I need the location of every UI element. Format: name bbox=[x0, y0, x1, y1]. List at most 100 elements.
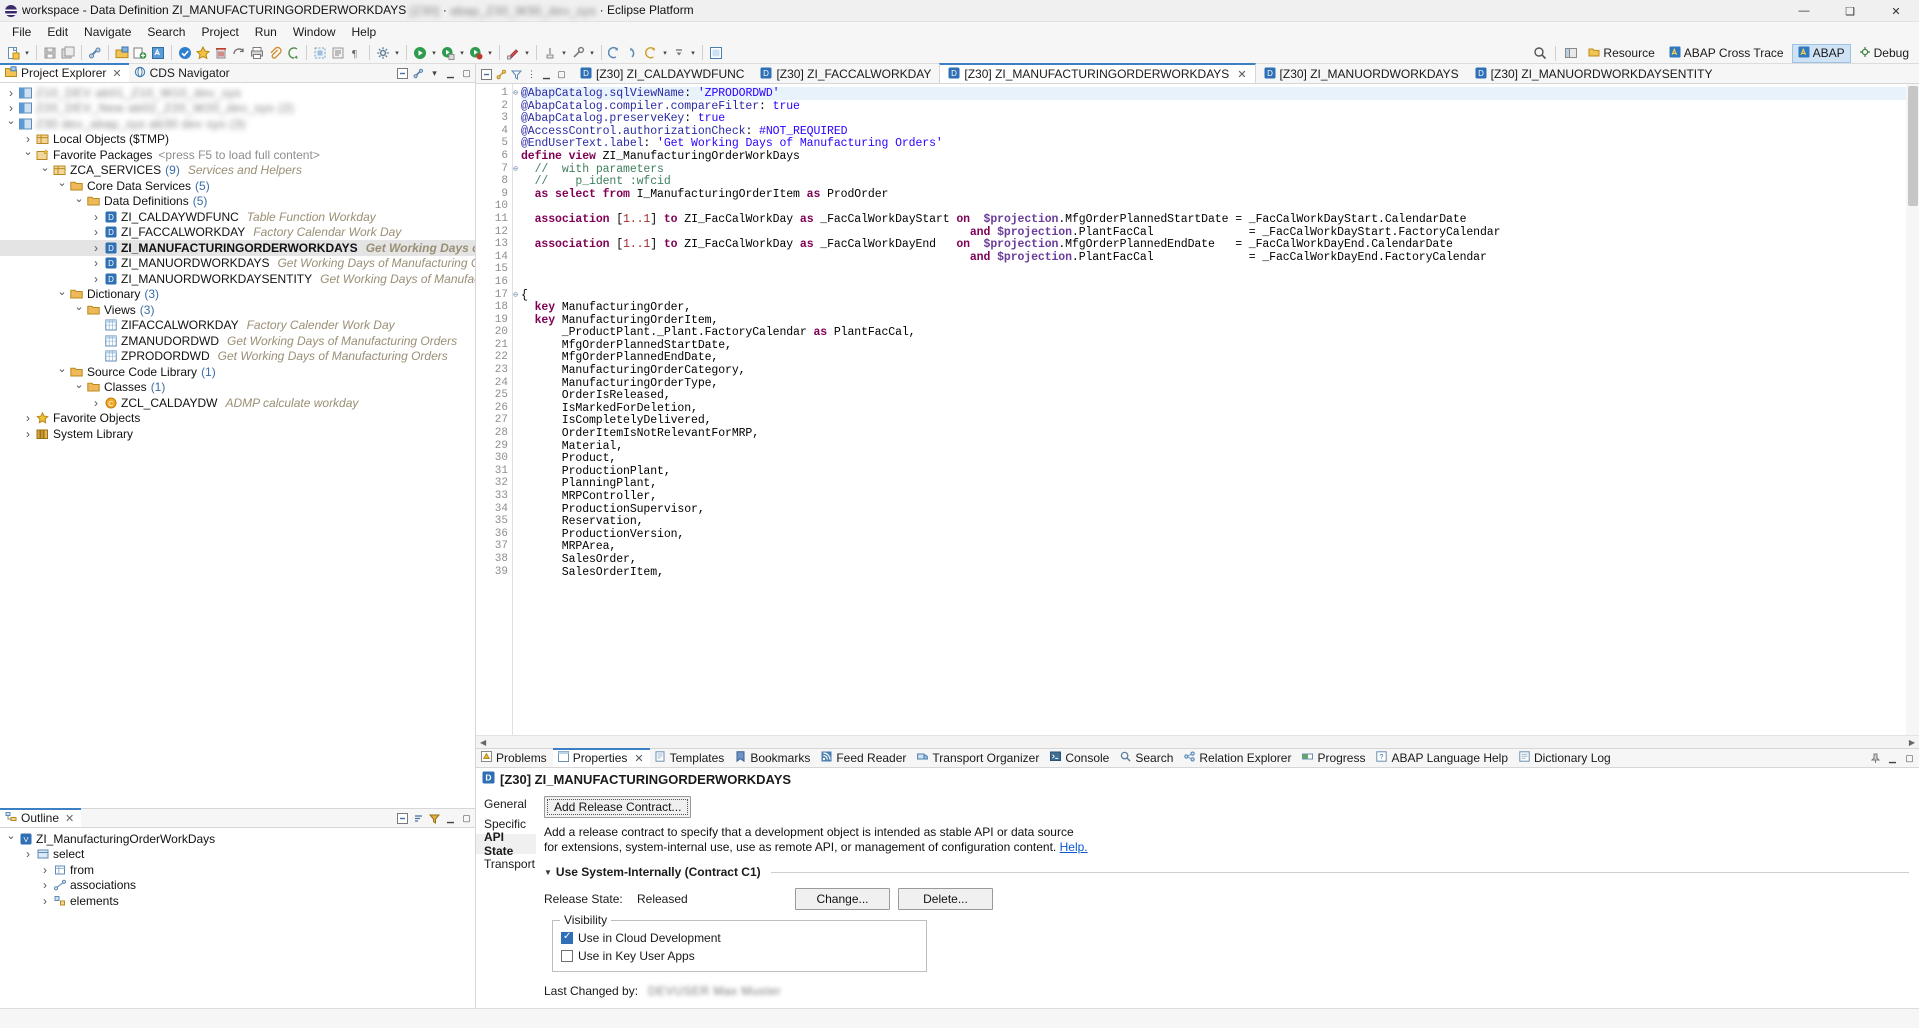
chevron-down-icon[interactable] bbox=[55, 179, 69, 192]
chevron-right-icon[interactable] bbox=[89, 241, 103, 255]
scroll-right-icon[interactable]: ▶ bbox=[1905, 738, 1919, 747]
maximize-button[interactable]: ❑ bbox=[1827, 0, 1873, 22]
chevron-down-icon[interactable] bbox=[38, 164, 52, 177]
menu-search[interactable]: Search bbox=[139, 23, 193, 41]
properties-nav-general[interactable]: General bbox=[476, 794, 536, 814]
maximize-properties-icon[interactable]: ▢ bbox=[1903, 752, 1916, 765]
code-line[interactable]: ManufacturingOrderCategory, bbox=[521, 364, 1919, 377]
chevron-right-icon[interactable] bbox=[21, 132, 35, 146]
visibility-option[interactable]: Use in Cloud Development bbox=[561, 931, 918, 945]
code-line[interactable]: ProductionSupervisor, bbox=[521, 503, 1919, 516]
collapse-all-outline-icon[interactable] bbox=[396, 812, 409, 825]
toggle-block-selection-icon[interactable] bbox=[311, 44, 329, 62]
bottom-tab-progress[interactable]: Progress bbox=[1297, 748, 1371, 767]
chevron-right-icon[interactable] bbox=[4, 101, 18, 115]
minimize-button[interactable]: — bbox=[1781, 0, 1827, 22]
coverage-icon[interactable] bbox=[504, 44, 522, 62]
code-line[interactable]: and $projection.PlantFacCal = _FacCalWor… bbox=[521, 226, 1919, 239]
code-line[interactable]: // with parameters bbox=[521, 163, 1919, 176]
save-icon[interactable] bbox=[41, 44, 59, 62]
code-content[interactable]: @AbapCatalog.sqlViewName: 'ZPRODORDWD'@A… bbox=[513, 84, 1919, 735]
editor-tab-z30zi_manufacturingorderworkdays[interactable]: D[Z30] ZI_MANUFACTURINGORDERWORKDAYS✕ bbox=[939, 63, 1255, 83]
code-line[interactable] bbox=[521, 263, 1919, 276]
perspective-debug[interactable]: Debug bbox=[1853, 44, 1915, 63]
scroll-left-icon[interactable]: ◀ bbox=[476, 738, 490, 747]
next-annotation-dropdown-icon[interactable]: ▾ bbox=[688, 44, 698, 62]
open-perspective-icon[interactable] bbox=[1562, 44, 1580, 62]
tree-item-row[interactable]: Z20_DEV_New ab02_Z20_W20_dev_sys (2) bbox=[0, 101, 475, 117]
tab-cds-navigator[interactable]: CDS Navigator bbox=[129, 63, 237, 82]
chevron-right-icon[interactable] bbox=[21, 427, 35, 441]
delete-object-icon[interactable] bbox=[212, 44, 230, 62]
chevron-right-icon[interactable] bbox=[38, 894, 52, 908]
perspective-abap[interactable]: ABAP bbox=[1792, 44, 1851, 63]
tree-item-row[interactable]: ZCA_SERVICES(9)Services and Helpers bbox=[0, 163, 475, 179]
where-used-icon[interactable] bbox=[284, 44, 302, 62]
tree-item-row[interactable]: Z10_DEV ab01_Z10_W10_dev_sys bbox=[0, 85, 475, 101]
outline-tree[interactable]: VZI_ManufacturingOrderWorkDaysselectfrom… bbox=[0, 828, 475, 1008]
code-line[interactable]: PlanningPlant, bbox=[521, 477, 1919, 490]
chevron-down-icon[interactable] bbox=[4, 832, 18, 845]
menu-help[interactable]: Help bbox=[344, 23, 385, 41]
code-line[interactable] bbox=[521, 200, 1919, 213]
run-as-icon[interactable] bbox=[439, 44, 457, 62]
tree-item-row[interactable]: Core Data Services(5) bbox=[0, 178, 475, 194]
editor-tab-z30zi_caldaywdfunc[interactable]: D[Z30] ZI_CALDAYWDFUNC bbox=[572, 63, 752, 83]
code-line[interactable]: MRPController, bbox=[521, 490, 1919, 503]
sort-outline-icon[interactable] bbox=[412, 812, 425, 825]
print-icon[interactable] bbox=[248, 44, 266, 62]
code-line[interactable]: @EndUserText.label: 'Get Working Days of… bbox=[521, 137, 1919, 150]
previous-annotation-dropdown-icon[interactable]: ▾ bbox=[660, 44, 670, 62]
code-line[interactable]: MRPArea, bbox=[521, 540, 1919, 553]
minimize-editor-icon[interactable]: ▁ bbox=[540, 68, 553, 81]
close-button[interactable]: ✕ bbox=[1873, 0, 1919, 22]
bottom-tab-relation-explorer[interactable]: Relation Explorer bbox=[1179, 748, 1297, 767]
chevron-right-icon[interactable] bbox=[4, 86, 18, 100]
open-abap-development-object-icon[interactable] bbox=[113, 44, 131, 62]
tree-item-row[interactable]: Z30 dev_abap_sys ab30 dev sys (3) bbox=[0, 116, 475, 132]
code-line[interactable]: IsCompletelyDelivered, bbox=[521, 414, 1919, 427]
api-state-help-link[interactable]: Help. bbox=[1060, 840, 1088, 854]
delete-button[interactable]: Delete... bbox=[898, 888, 993, 910]
tree-item-row[interactable]: Favorite Packages<press F5 to load full … bbox=[0, 147, 475, 163]
code-line[interactable]: @AbapCatalog.preserveKey: true bbox=[521, 112, 1919, 125]
profile-dropdown-icon[interactable]: ▾ bbox=[559, 44, 569, 62]
tab-project-explorer[interactable]: Project Explorer✕ bbox=[0, 63, 129, 82]
code-line[interactable]: ProductionPlant, bbox=[521, 465, 1919, 478]
tree-item-row[interactable]: DZI_CALDAYWDFUNCTable Function Workday bbox=[0, 209, 475, 225]
tree-item-row[interactable]: ZMANUDORDWDGet Working Days of Manufactu… bbox=[0, 333, 475, 349]
bottom-tab-problems[interactable]: Problems bbox=[476, 748, 553, 767]
menu-project[interactable]: Project bbox=[193, 23, 246, 41]
chevron-right-icon[interactable] bbox=[21, 411, 35, 425]
chevron-down-icon[interactable] bbox=[55, 288, 69, 301]
tree-item-row[interactable]: ZPRODORDWDGet Working Days of Manufactur… bbox=[0, 349, 475, 365]
project-explorer-tree[interactable]: Z10_DEV ab01_Z10_W10_dev_sysZ20_DEV_New … bbox=[0, 83, 475, 808]
code-line[interactable]: @AbapCatalog.sqlViewName: 'ZPRODORDWD' bbox=[521, 87, 1919, 100]
add-release-contract-button[interactable]: Add Release Contract... bbox=[544, 796, 691, 818]
outline-item-row[interactable]: select bbox=[0, 847, 475, 863]
tree-item-row[interactable]: DZI_MANUORDWORKDAYSENTITYGet Working Day… bbox=[0, 271, 475, 287]
filter-editor-icon[interactable] bbox=[510, 68, 523, 81]
forward-icon[interactable] bbox=[624, 44, 642, 62]
code-line[interactable]: @AbapCatalog.compiler.compareFilter: tru… bbox=[521, 100, 1919, 113]
code-line[interactable]: association [1..1] to ZI_FacCalWorkDay a… bbox=[521, 213, 1919, 226]
code-line[interactable]: OrderIsReleased, bbox=[521, 389, 1919, 402]
code-line[interactable]: define view ZI_ManufacturingOrderWorkDay… bbox=[521, 150, 1919, 163]
chevron-right-icon[interactable] bbox=[38, 878, 52, 892]
code-line[interactable]: IsMarkedForDeletion, bbox=[521, 402, 1919, 415]
debug-dropdown-icon[interactable]: ▾ bbox=[485, 44, 495, 62]
link-editor-icon[interactable] bbox=[495, 68, 508, 81]
attach-icon[interactable] bbox=[266, 44, 284, 62]
code-line[interactable]: _ProductPlant._Plant.FactoryCalendar as … bbox=[521, 326, 1919, 339]
bottom-tab-abap-language-help[interactable]: ?ABAP Language Help bbox=[1371, 748, 1514, 767]
tree-item-row[interactable]: Dictionary(3) bbox=[0, 287, 475, 303]
minimize-view-icon[interactable]: ▁ bbox=[444, 67, 457, 80]
chevron-down-icon[interactable] bbox=[72, 195, 86, 208]
tab-outline[interactable]: Outline ✕ bbox=[0, 808, 81, 827]
previous-annotation-icon[interactable] bbox=[642, 44, 660, 62]
activate-icon[interactable] bbox=[176, 44, 194, 62]
run-dropdown-icon[interactable]: ▾ bbox=[429, 44, 439, 62]
close-bottom-tab-icon[interactable]: ✕ bbox=[634, 752, 643, 765]
visibility-option[interactable]: Use in Key User Apps bbox=[561, 949, 918, 963]
chevron-right-icon[interactable] bbox=[89, 272, 103, 286]
